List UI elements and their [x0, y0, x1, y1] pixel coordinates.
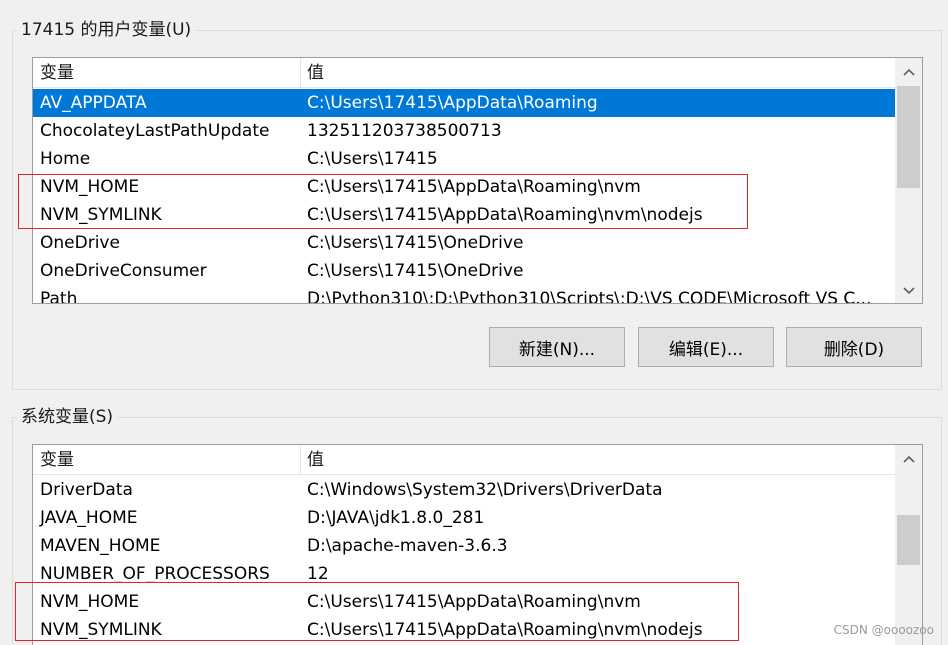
- variable-value: 12: [307, 564, 329, 584]
- variable-value: C:\Users\17415\AppData\Roaming\nvm\nodej…: [307, 620, 703, 640]
- user-list-scrollbar[interactable]: [895, 58, 922, 303]
- environment-variables-dialog: 17415 的用户变量(U) 变量 值 AV_APPDATA C:\Users\…: [0, 0, 948, 645]
- column-header-value[interactable]: 值: [307, 445, 324, 475]
- new-button[interactable]: 新建(N)...: [489, 327, 625, 367]
- chevron-up-icon: [902, 68, 915, 76]
- variable-value: C:\Users\17415\AppData\Roaming\nvm: [307, 177, 641, 197]
- table-row[interactable]: OneDriveConsumer C:\Users\17415\OneDrive: [33, 257, 895, 285]
- variable-value: 132511203738500713: [307, 121, 502, 141]
- column-header-variable[interactable]: 变量: [40, 445, 74, 475]
- user-list-header: 变量 值: [33, 58, 895, 88]
- variable-value: D:\Python310\;D:\Python310\Scripts\;D:\V…: [307, 289, 872, 304]
- table-row[interactable]: JAVA_HOME D:\JAVA\jdk1.8.0_281: [33, 504, 895, 532]
- table-row[interactable]: OneDrive C:\Users\17415\OneDrive: [33, 229, 895, 257]
- user-variables-title: 17415 的用户变量(U): [17, 19, 196, 41]
- scrollbar-thumb[interactable]: [897, 86, 920, 188]
- variable-value: C:\Users\17415\OneDrive: [307, 261, 524, 281]
- watermark: CSDN @oooozoo: [833, 623, 934, 637]
- chevron-up-icon: [902, 455, 915, 463]
- variable-name: NVM_SYMLINK: [40, 620, 162, 640]
- variable-value: C:\Users\17415\AppData\Roaming\nvm: [307, 592, 641, 612]
- variable-name: ChocolateyLastPathUpdate: [40, 121, 270, 141]
- variable-name: Home: [40, 149, 91, 169]
- system-list-header: 变量 值: [33, 445, 895, 475]
- scroll-up-button[interactable]: [895, 445, 922, 473]
- variable-value: C:\Users\17415\OneDrive: [307, 233, 524, 253]
- variable-value: D:\JAVA\jdk1.8.0_281: [307, 508, 485, 528]
- variable-value: C:\Users\17415\AppData\Roaming: [307, 93, 598, 113]
- user-variables-list[interactable]: 变量 值 AV_APPDATA C:\Users\17415\AppData\R…: [32, 57, 923, 304]
- table-row[interactable]: NVM_HOME C:\Users\17415\AppData\Roaming\…: [33, 173, 895, 201]
- table-row[interactable]: Path D:\Python310\;D:\Python310\Scripts\…: [33, 285, 895, 304]
- variable-value: C:\Windows\System32\Drivers\DriverData: [307, 480, 663, 500]
- column-divider[interactable]: [300, 58, 301, 88]
- variable-name: NVM_HOME: [40, 177, 140, 197]
- variable-value: C:\Users\17415: [307, 149, 438, 169]
- variable-name: NVM_SYMLINK: [40, 205, 162, 225]
- variable-name: NVM_HOME: [40, 592, 140, 612]
- system-list-scrollbar[interactable]: [895, 445, 922, 645]
- system-variables-title: 系统变量(S): [17, 406, 118, 428]
- column-header-value[interactable]: 值: [307, 58, 324, 88]
- variable-name: DriverData: [40, 480, 133, 500]
- table-row[interactable]: Home C:\Users\17415: [33, 145, 895, 173]
- variable-name: AV_APPDATA: [40, 93, 147, 113]
- scroll-up-button[interactable]: [895, 58, 922, 86]
- variable-name: OneDrive: [40, 233, 120, 253]
- table-row[interactable]: MAVEN_HOME D:\apache-maven-3.6.3: [33, 532, 895, 560]
- variable-name: Path: [40, 289, 78, 304]
- column-header-variable[interactable]: 变量: [40, 58, 74, 88]
- table-row[interactable]: ChocolateyLastPathUpdate 132511203738500…: [33, 117, 895, 145]
- variable-name: OneDriveConsumer: [40, 261, 207, 281]
- variable-value: D:\apache-maven-3.6.3: [307, 536, 508, 556]
- delete-button[interactable]: 删除(D): [786, 327, 922, 367]
- table-row[interactable]: DriverData C:\Windows\System32\Drivers\D…: [33, 476, 895, 504]
- variable-name: JAVA_HOME: [40, 508, 138, 528]
- variable-name: NUMBER_OF_PROCESSORS: [40, 564, 270, 584]
- scrollbar-thumb[interactable]: [897, 515, 920, 565]
- chevron-down-icon: [902, 287, 915, 295]
- variable-name: MAVEN_HOME: [40, 536, 161, 556]
- scroll-down-button[interactable]: [895, 277, 922, 303]
- table-row[interactable]: NVM_SYMLINK C:\Users\17415\AppData\Roami…: [33, 616, 895, 644]
- variable-value: C:\Users\17415\AppData\Roaming\nvm\nodej…: [307, 205, 703, 225]
- system-variables-list[interactable]: 变量 值 DriverData C:\Windows\System32\Driv…: [32, 444, 923, 645]
- table-row[interactable]: NVM_HOME C:\Users\17415\AppData\Roaming\…: [33, 588, 895, 616]
- column-divider[interactable]: [300, 445, 301, 475]
- table-row[interactable]: AV_APPDATA C:\Users\17415\AppData\Roamin…: [33, 89, 895, 117]
- table-row[interactable]: NVM_SYMLINK C:\Users\17415\AppData\Roami…: [33, 201, 895, 229]
- table-row[interactable]: NUMBER_OF_PROCESSORS 12: [33, 560, 895, 588]
- edit-button[interactable]: 编辑(E)...: [638, 327, 774, 367]
